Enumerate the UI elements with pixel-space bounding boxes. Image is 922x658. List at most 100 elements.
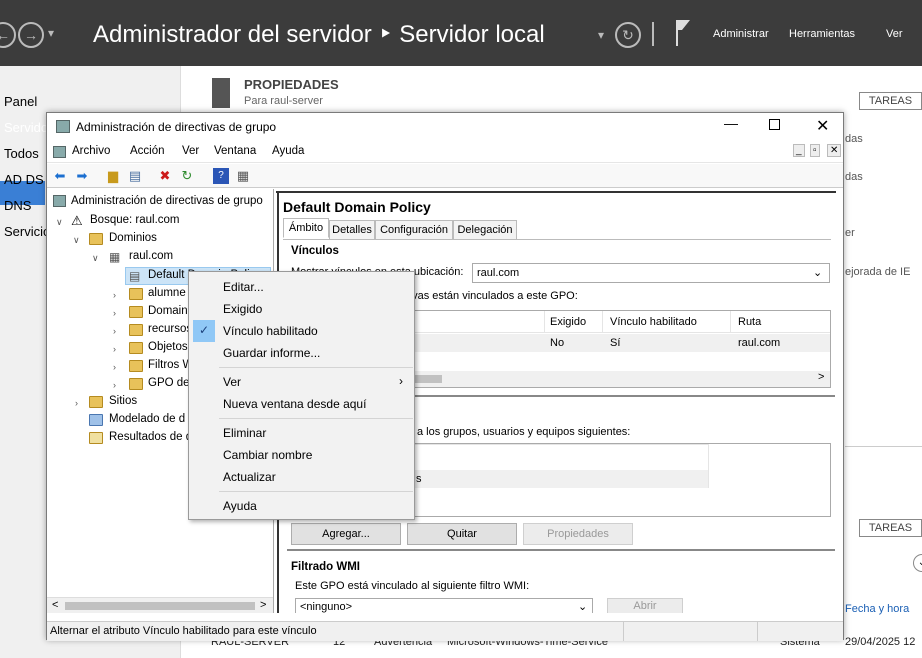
col-ruta[interactable]: Ruta xyxy=(738,316,761,328)
tree-filtros[interactable]: Filtros W xyxy=(148,359,190,371)
mdi-close-icon[interactable]: ✕ xyxy=(827,144,842,157)
nav-panel[interactable]: Panel xyxy=(4,94,46,109)
tab-detalles[interactable]: Detalles xyxy=(329,220,375,240)
tree-objetos[interactable]: Objetos xyxy=(148,341,190,353)
menu-item-ayuda[interactable]: Ayuda xyxy=(223,499,257,513)
tareas-button-2[interactable]: TAREAS xyxy=(859,519,922,537)
scroll-left-icon[interactable]: < xyxy=(52,599,58,611)
starter-gpo-icon xyxy=(129,378,143,390)
menu-item-eliminar[interactable]: Eliminar xyxy=(223,426,266,440)
tree-scrollbar[interactable]: < > xyxy=(47,597,273,613)
minimize-icon[interactable]: — xyxy=(724,115,738,131)
links-heading: Vínculos xyxy=(291,245,339,257)
tree-forest[interactable]: Bosque: raul.com xyxy=(90,214,180,226)
wmi-select[interactable]: <ninguno> ⌄ xyxy=(295,598,593,613)
menu-item-vinculo-habilitado[interactable]: Vínculo habilitado xyxy=(223,324,318,338)
tree-domain-controllers[interactable]: Domain xyxy=(148,305,190,317)
tree-domain[interactable]: raul.com xyxy=(129,250,173,262)
menu-accion[interactable]: Acción xyxy=(130,145,165,157)
chevron-right-icon[interactable]: › xyxy=(75,398,78,408)
menu-herramientas[interactable]: Herramientas xyxy=(789,28,855,40)
tab-delegacion[interactable]: Delegación xyxy=(453,220,517,240)
status-text: Alternar el atributo Vínculo habilitado … xyxy=(50,625,317,637)
properties-button[interactable]: Propiedades xyxy=(523,523,633,545)
menu-item-actualizar[interactable]: Actualizar xyxy=(223,470,276,484)
location-select[interactable]: raul.com ⌄ xyxy=(472,263,830,283)
menu-ventana[interactable]: Ventana xyxy=(214,145,256,157)
menu-item-exigido[interactable]: Exigido xyxy=(223,302,262,316)
tree-root[interactable]: Administración de directivas de grupo xyxy=(71,195,273,207)
scroll-right-icon[interactable]: > xyxy=(260,599,266,611)
nav-servicios[interactable]: Servicios xyxy=(4,224,46,239)
chevron-down-icon[interactable]: ∨ xyxy=(56,217,63,228)
domain-icon: ▦ xyxy=(109,250,121,264)
menu-item-cambiar-nombre[interactable]: Cambiar nombre xyxy=(223,448,312,462)
menu-bar: Archivo Acción Ver Ventana Ayuda _ ▫ ✕ xyxy=(47,141,843,163)
chevron-right-icon[interactable]: › xyxy=(113,362,116,372)
refresh-icon[interactable]: ↻ xyxy=(615,22,641,48)
tree-results[interactable]: Resultados de d xyxy=(109,431,189,443)
chevron-right-icon[interactable]: › xyxy=(113,380,116,390)
back-icon[interactable]: ⬅ xyxy=(52,168,68,184)
nav-dns[interactable]: DNS xyxy=(4,198,46,213)
properties-icon[interactable]: ▦ xyxy=(235,168,251,184)
tree-sites[interactable]: Sitios xyxy=(109,395,137,407)
chevron-right-icon[interactable]: › xyxy=(113,290,116,300)
tree-gpo-starter[interactable]: GPO de xyxy=(148,377,190,389)
tree-modeling[interactable]: Modelado de d xyxy=(109,413,189,425)
menu-archivo[interactable]: Archivo xyxy=(72,145,110,157)
refresh-icon[interactable]: ↻ xyxy=(179,168,195,184)
chevron-down-icon[interactable]: ⌄ xyxy=(813,266,822,279)
menu-item-guardar-informe[interactable]: Guardar informe... xyxy=(223,346,320,360)
back-icon[interactable]: ← xyxy=(0,22,16,48)
window-title: Administración de directivas de grupo xyxy=(76,120,277,134)
chevron-down-icon[interactable]: ⌄ xyxy=(578,600,587,613)
mdi-minimize-icon[interactable]: _ xyxy=(793,144,805,157)
chevron-down-icon[interactable]: ∨ xyxy=(92,253,99,264)
scroll-right-icon[interactable]: > xyxy=(818,371,824,383)
nav-adds[interactable]: AD DS xyxy=(4,172,46,187)
menu-administrar[interactable]: Administrar xyxy=(713,28,769,40)
menu-item-nueva-ventana[interactable]: Nueva ventana desde aquí xyxy=(223,397,366,411)
open-wmi-button[interactable]: Abrir xyxy=(607,598,683,613)
maximize-icon[interactable] xyxy=(769,119,780,130)
tab-configuracion[interactable]: Configuración xyxy=(375,220,453,240)
chevron-right-icon[interactable]: › xyxy=(113,308,116,318)
close-icon[interactable]: ✕ xyxy=(816,116,829,136)
tree-domains[interactable]: Dominios xyxy=(109,232,157,244)
tab-ambito[interactable]: Ámbito xyxy=(283,218,329,238)
chevron-right-icon[interactable]: › xyxy=(113,326,116,336)
forward-icon[interactable]: → xyxy=(18,22,44,48)
up-folder-icon[interactable]: ▆ xyxy=(105,168,121,184)
nav-servidor[interactable]: Servidor xyxy=(4,120,46,135)
menu-item-ver[interactable]: Ver xyxy=(223,375,241,389)
col-exigido[interactable]: Exigido xyxy=(550,316,586,328)
col-vinculo[interactable]: Vínculo habilitado xyxy=(610,316,697,328)
flag-icon[interactable] xyxy=(676,20,690,46)
column-fecha[interactable]: Fecha y hora xyxy=(845,603,909,615)
help-icon[interactable]: ? xyxy=(213,168,229,184)
tareas-button[interactable]: TAREAS xyxy=(859,92,922,110)
tree-alumnes[interactable]: alumne xyxy=(148,287,190,299)
tree-recursos[interactable]: recursos xyxy=(148,323,190,335)
nav-todos[interactable]: Todos xyxy=(4,146,46,161)
splitter[interactable] xyxy=(287,549,835,551)
expand-icon[interactable]: ⌄ xyxy=(913,554,922,572)
add-button[interactable]: Agregar... xyxy=(291,523,401,545)
chevron-down-icon[interactable]: ∨ xyxy=(73,235,80,246)
menu-ayuda[interactable]: Ayuda xyxy=(272,145,304,157)
delete-icon[interactable]: ✖ xyxy=(157,168,173,184)
divider xyxy=(652,22,654,46)
mdi-restore-icon[interactable]: ▫ xyxy=(810,144,820,157)
forward-icon[interactable]: ➡ xyxy=(74,168,90,184)
menu-ver[interactable]: Ver xyxy=(886,28,903,40)
menu-item-editar[interactable]: Editar... xyxy=(223,280,264,294)
remove-button[interactable]: Quitar xyxy=(407,523,517,545)
gpo-folder-icon xyxy=(129,342,143,354)
show-hide-tree-icon[interactable]: ▤ xyxy=(127,168,143,184)
chevron-right-icon[interactable]: › xyxy=(113,344,116,354)
scroll-thumb[interactable] xyxy=(65,602,255,610)
menu-ver[interactable]: Ver xyxy=(182,145,199,157)
dropdown-icon[interactable]: ▾ xyxy=(598,28,604,42)
chevron-down-icon[interactable]: ▾ xyxy=(48,26,54,40)
